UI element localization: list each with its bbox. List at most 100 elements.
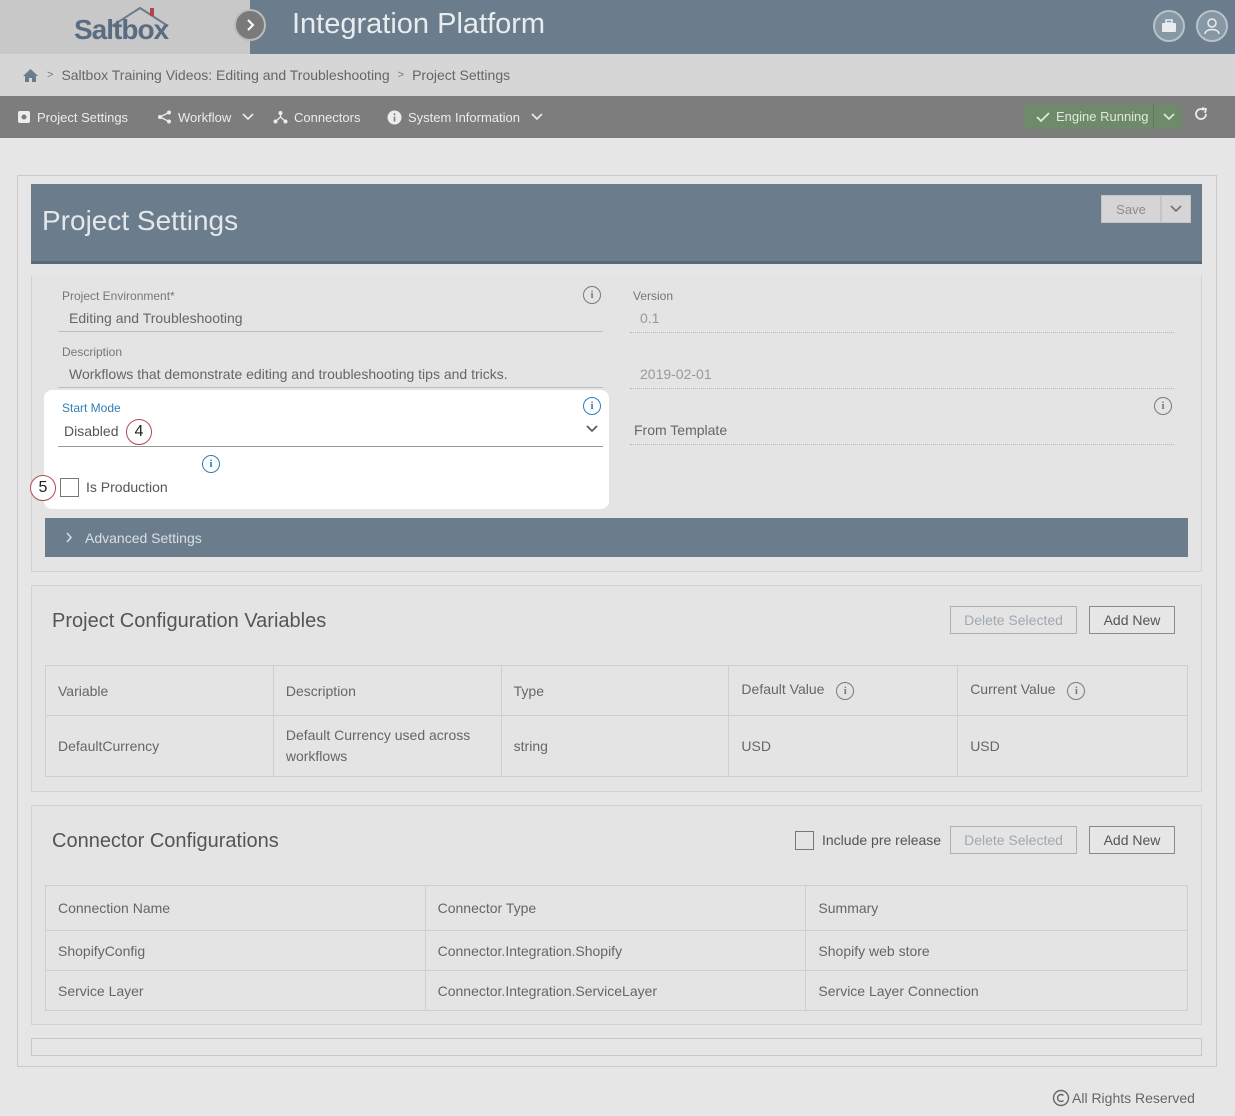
info-icon[interactable]: i: [583, 397, 601, 415]
nav-project-settings[interactable]: Project Settings: [17, 96, 128, 138]
field-underline: [58, 387, 603, 388]
field-underline: [630, 332, 1174, 333]
table-row[interactable]: DefaultCurrency Default Currency used ac…: [45, 715, 1188, 777]
refresh-icon[interactable]: [1193, 106, 1209, 122]
info-icon: [387, 110, 402, 124]
info-icon[interactable]: i: [202, 455, 220, 473]
nav-label: System Information: [408, 109, 520, 125]
copyright: All Rights Reserved: [1052, 1089, 1195, 1107]
table-header-row: Connection Name Connector Type Summary: [45, 885, 1188, 931]
description-field[interactable]: Workflows that demonstrate editing and t…: [69, 366, 508, 382]
column-header[interactable]: Connector Type: [424, 885, 807, 931]
engine-status-button[interactable]: Engine Running: [1024, 104, 1182, 129]
start-mode-select[interactable]: Disabled: [64, 423, 118, 439]
delete-selected-button[interactable]: Delete Selected: [950, 826, 1077, 854]
briefcase-button[interactable]: [1153, 10, 1185, 42]
table-row[interactable]: Service Layer Connector.Integration.Serv…: [45, 970, 1188, 1011]
chevron-down-icon: [242, 113, 254, 121]
app-title: Integration Platform: [292, 8, 546, 40]
info-icon[interactable]: i: [583, 286, 601, 304]
field-underline: [58, 331, 603, 332]
advanced-settings-toggle[interactable]: Advanced Settings: [45, 518, 1188, 557]
nav-workflow[interactable]: Workflow: [157, 96, 255, 138]
config-variables-title: Project Configuration Variables: [52, 610, 327, 632]
description-label: Description: [62, 345, 123, 359]
project-environment-field[interactable]: Editing and Troubleshooting: [69, 310, 243, 326]
breadcrumb-project-link[interactable]: Saltbox Training Videos: Editing and Tro…: [61, 67, 389, 83]
field-underline: [630, 444, 1174, 445]
table-cell: Service Layer Connection: [805, 970, 1188, 1011]
nav-connectors[interactable]: Connectors: [273, 96, 360, 138]
table-cell: DefaultCurrency: [45, 715, 274, 777]
briefcase-icon: [1162, 19, 1176, 32]
network-icon: [273, 111, 288, 124]
breadcrumb-current: Project Settings: [412, 67, 511, 83]
column-header[interactable]: Variable: [45, 665, 274, 716]
logo-text: Saltbox: [74, 14, 169, 45]
table-cell: string: [500, 715, 730, 777]
table-cell: Connector.Integration.ServiceLayer: [424, 970, 807, 1011]
nav-system-information[interactable]: System Information: [387, 96, 544, 138]
page-title: Project Settings: [42, 205, 239, 236]
add-new-button[interactable]: Add New: [1089, 606, 1175, 634]
table-cell: Connector.Integration.Shopify: [424, 930, 807, 971]
advanced-settings-label: Advanced Settings: [85, 529, 202, 546]
save-options-button[interactable]: [1161, 195, 1191, 223]
column-header-label: Default Value: [741, 681, 825, 698]
is-production-checkbox[interactable]: [60, 478, 79, 497]
nav-label: Workflow: [178, 109, 232, 125]
add-new-button[interactable]: Add New: [1089, 826, 1175, 854]
field-underline: [630, 388, 1174, 389]
table-cell: Default Currency used across workflows: [272, 715, 502, 777]
table-cell: Shopify web store: [805, 930, 1188, 971]
engine-status-label: Engine Running: [1056, 109, 1149, 124]
table-cell: USD: [957, 715, 1188, 777]
include-pre-release-checkbox[interactable]: [795, 831, 814, 850]
chevron-down-icon[interactable]: [585, 424, 599, 434]
include-pre-release-label: Include pre release: [822, 832, 942, 848]
table-cell: Service Layer: [45, 970, 426, 1011]
table-header-row: Variable Description Type Default Value …: [45, 665, 1188, 716]
version-label: Version: [633, 289, 674, 303]
column-header[interactable]: Type: [500, 665, 730, 716]
template-field: From Template: [634, 422, 728, 438]
chevron-down-icon[interactable]: [1163, 112, 1175, 121]
user-account-button[interactable]: [1196, 10, 1228, 42]
table-cell: ShopifyConfig: [45, 930, 426, 971]
copyright-icon: [1052, 1089, 1070, 1107]
sidebar-toggle-button[interactable]: [234, 9, 266, 41]
gear-icon: [18, 111, 30, 123]
config-variables-table: Variable Description Type Default Value …: [45, 665, 1188, 777]
is-production-label: Is Production: [86, 479, 168, 495]
copyright-text: All Rights Reserved: [1072, 1090, 1195, 1106]
save-button[interactable]: Save: [1101, 195, 1161, 223]
table-cell: USD: [728, 715, 959, 777]
home-icon[interactable]: [22, 68, 39, 83]
version-field: 0.1: [640, 310, 660, 326]
column-header[interactable]: Summary: [805, 885, 1188, 931]
start-mode-label: Start Mode: [62, 401, 121, 415]
column-header-default-value[interactable]: Default Value i: [728, 665, 959, 716]
info-icon[interactable]: i: [1067, 681, 1086, 700]
column-header[interactable]: Connection Name: [45, 885, 426, 931]
info-icon[interactable]: i: [1154, 397, 1172, 415]
connector-configurations-table: Connection Name Connector Type Summary S…: [45, 885, 1188, 1011]
column-header-label: Current Value: [970, 681, 1056, 698]
column-header-current-value[interactable]: Current Value i: [957, 665, 1188, 716]
info-icon[interactable]: i: [836, 681, 855, 700]
project-environment-label: Project Environment*: [62, 289, 175, 303]
table-row[interactable]: ShopifyConfig Connector.Integration.Shop…: [45, 930, 1188, 971]
user-icon: [1204, 18, 1220, 35]
nav-label: Project Settings: [37, 109, 129, 125]
callout-4: 4: [126, 419, 152, 445]
delete-selected-button[interactable]: Delete Selected: [950, 606, 1077, 634]
nav-label: Connectors: [294, 109, 361, 125]
checkmark-icon: [1036, 111, 1050, 122]
chevron-right-icon: [247, 19, 255, 31]
breadcrumb: > Saltbox Training Videos: Editing and T…: [0, 54, 1235, 96]
breadcrumb-separator-icon: >: [47, 69, 54, 81]
column-header[interactable]: Description: [272, 665, 502, 716]
connector-configurations-title: Connector Configurations: [52, 830, 279, 852]
chevron-down-icon: [1170, 205, 1182, 213]
breadcrumb-separator-icon: >: [397, 69, 405, 81]
